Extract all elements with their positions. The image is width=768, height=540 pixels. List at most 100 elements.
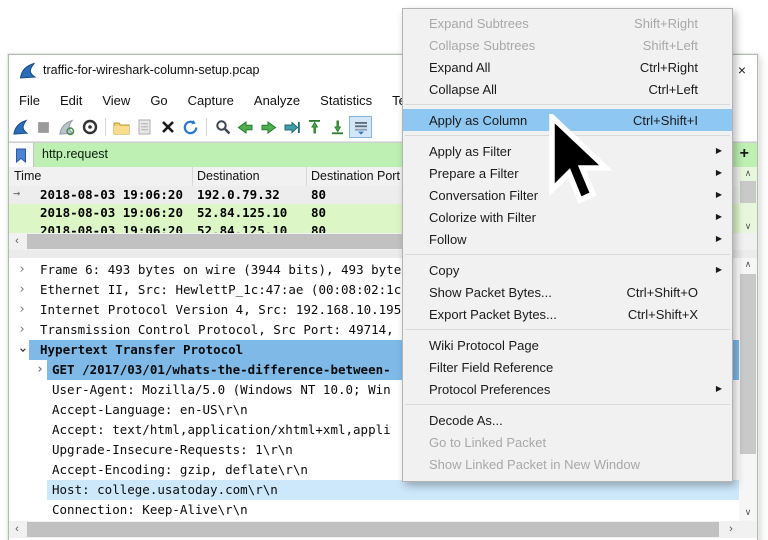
filter-bookmark-button[interactable]	[9, 143, 34, 167]
submenu-arrow-icon: ▶	[716, 168, 722, 177]
detail-pane-scrollbar[interactable]: ∧ ∨	[739, 258, 757, 521]
collapsed-chevron-icon[interactable]: ›	[18, 300, 26, 320]
expanded-chevron-icon[interactable]: ›	[12, 346, 32, 354]
column-divider[interactable]	[192, 167, 193, 186]
reload-icon[interactable]	[179, 116, 202, 138]
submenu-arrow-icon: ▶	[716, 190, 722, 199]
mouse-cursor-icon	[548, 114, 612, 206]
collapsed-chevron-icon[interactable]: ›	[18, 260, 26, 280]
menu-item-decode-as[interactable]: Decode As...	[403, 409, 732, 431]
scrollbar-thumb[interactable]	[740, 181, 756, 203]
menu-separator	[405, 104, 730, 105]
scroll-left-icon[interactable]: ‹	[9, 233, 25, 250]
detail-row-host-field[interactable]: Host: college.usatoday.com\r\n	[9, 480, 739, 500]
detail-text: Ethernet II, Src: HewlettP_1c:47:ae (00:…	[40, 280, 401, 300]
scroll-down-icon[interactable]: ∨	[739, 220, 757, 233]
detail-text: Internet Protocol Version 4, Src: 192.16…	[40, 300, 401, 320]
close-capture-icon[interactable]	[156, 116, 179, 138]
column-divider[interactable]	[306, 167, 307, 186]
toolbar-separator	[105, 118, 106, 136]
toolbar-separator	[206, 118, 207, 136]
detail-text: Connection: Keep-Alive\r\n	[52, 500, 248, 520]
cell-destination: 52.84.125.10	[197, 205, 287, 220]
go-last-packet-icon[interactable]	[326, 116, 349, 138]
scroll-up-icon[interactable]: ∧	[739, 258, 757, 271]
menu-go[interactable]: Go	[140, 93, 177, 108]
start-capture-icon[interactable]	[9, 116, 32, 138]
collapsed-chevron-icon[interactable]: ›	[36, 360, 44, 380]
detail-text: Accept: text/html,application/xhtml+xml,…	[52, 420, 391, 440]
collapsed-chevron-icon[interactable]: ›	[18, 280, 26, 300]
column-header-time[interactable]: Time	[14, 169, 41, 183]
cell-time: 2018-08-03 19:06:20	[40, 187, 183, 202]
menu-capture[interactable]: Capture	[178, 93, 244, 108]
cell-time: 2018-08-03 19:06:20	[40, 205, 183, 220]
scroll-up-icon[interactable]: ∧	[739, 167, 757, 180]
scroll-right-icon[interactable]: ›	[723, 521, 739, 538]
menu-statistics[interactable]: Statistics	[310, 93, 382, 108]
add-filter-button-button[interactable]: +	[740, 145, 749, 163]
go-forward-icon[interactable]	[257, 116, 280, 138]
menu-item-wiki-protocol-page[interactable]: Wiki Protocol Page	[403, 334, 732, 356]
save-file-icon[interactable]	[133, 116, 156, 138]
menu-item-protocol-preferences[interactable]: Protocol Preferences ▶	[403, 378, 732, 400]
menu-item-expand-subtrees[interactable]: Expand Subtrees Shift+Right	[403, 12, 732, 34]
scrollbar-thumb[interactable]	[27, 522, 719, 537]
packet-list-scrollbar[interactable]: ∧ ∨	[739, 167, 757, 233]
column-header-dest-port[interactable]: Destination Port	[311, 169, 400, 183]
submenu-arrow-icon: ▶	[716, 212, 722, 221]
go-to-packet-icon[interactable]	[280, 116, 303, 138]
open-file-icon[interactable]	[110, 116, 133, 138]
menu-analyze[interactable]: Analyze	[244, 93, 310, 108]
detail-text: Accept-Language: en-US\r\n	[52, 400, 248, 420]
go-back-icon[interactable]	[234, 116, 257, 138]
menu-file[interactable]: File	[9, 93, 50, 108]
menu-item-go-to-linked-packet[interactable]: Go to Linked Packet	[403, 431, 732, 453]
menu-separator	[405, 404, 730, 405]
detail-text: Accept-Encoding: gzip, deflate\r\n	[52, 460, 308, 480]
display-filter-input[interactable]: http.request	[42, 147, 108, 161]
window-title: traffic-for-wireshark-column-setup.pcap	[43, 63, 260, 77]
close-window-button[interactable]: ×	[733, 61, 751, 79]
submenu-arrow-icon: ▶	[716, 265, 722, 274]
scroll-down-icon[interactable]: ∨	[739, 506, 757, 519]
menu-item-colorize-with-filter[interactable]: Colorize with Filter ▶	[403, 206, 732, 228]
detail-text: Frame 6: 493 bytes on wire (3944 bits), …	[40, 260, 401, 280]
menu-item-filter-field-reference[interactable]: Filter Field Reference	[403, 356, 732, 378]
submenu-arrow-icon: ▶	[716, 234, 722, 243]
bookmark-icon	[15, 148, 27, 163]
scroll-left-icon[interactable]: ‹	[9, 521, 25, 538]
auto-scroll-icon[interactable]	[349, 116, 372, 138]
capture-options-icon[interactable]	[78, 116, 101, 138]
collapsed-chevron-icon[interactable]: ›	[18, 320, 26, 340]
menu-item-show-linked-packet-in-new-window[interactable]: Show Linked Packet in New Window	[403, 453, 732, 475]
menu-item-collapse-all[interactable]: Collapse All Ctrl+Left	[403, 78, 732, 100]
wireshark-logo-icon	[19, 62, 37, 80]
context-menu: Expand Subtrees Shift+Right Collapse Sub…	[402, 8, 733, 482]
detail-text: User-Agent: Mozilla/5.0 (Windows NT 10.0…	[52, 380, 391, 400]
menu-item-export-packet-bytes[interactable]: Export Packet Bytes... Ctrl+Shift+X	[403, 303, 732, 325]
column-header-destination[interactable]: Destination	[197, 169, 260, 183]
find-packet-icon[interactable]	[211, 116, 234, 138]
scrollbar-thumb[interactable]	[740, 274, 756, 454]
menu-item-collapse-subtrees[interactable]: Collapse Subtrees Shift+Left	[403, 34, 732, 56]
menu-edit[interactable]: Edit	[50, 93, 92, 108]
cell-dest-port: 80	[311, 223, 326, 233]
cell-dest-port: 80	[311, 205, 326, 220]
detail-row[interactable]: Connection: Keep-Alive\r\n	[9, 500, 739, 520]
detail-text: Upgrade-Insecure-Requests: 1\r\n	[52, 440, 293, 460]
menu-item-show-packet-bytes[interactable]: Show Packet Bytes... Ctrl+Shift+O	[403, 281, 732, 303]
cell-dest-port: 80	[311, 187, 326, 202]
cell-time: 2018-08-03 19:06:20	[40, 223, 183, 233]
menu-item-expand-all[interactable]: Expand All Ctrl+Right	[403, 56, 732, 78]
detail-pane-hscrollbar[interactable]: ‹ ›	[9, 521, 757, 538]
menu-separator	[405, 254, 730, 255]
submenu-arrow-icon: ▶	[716, 146, 722, 155]
stop-capture-icon[interactable]	[32, 116, 55, 138]
menu-view[interactable]: View	[92, 93, 140, 108]
restart-capture-icon[interactable]	[55, 116, 78, 138]
menu-item-copy[interactable]: Copy ▶	[403, 259, 732, 281]
menu-item-follow[interactable]: Follow ▶	[403, 228, 732, 250]
detail-text: Transmission Control Protocol, Src Port:…	[40, 320, 394, 340]
go-first-packet-icon[interactable]	[303, 116, 326, 138]
